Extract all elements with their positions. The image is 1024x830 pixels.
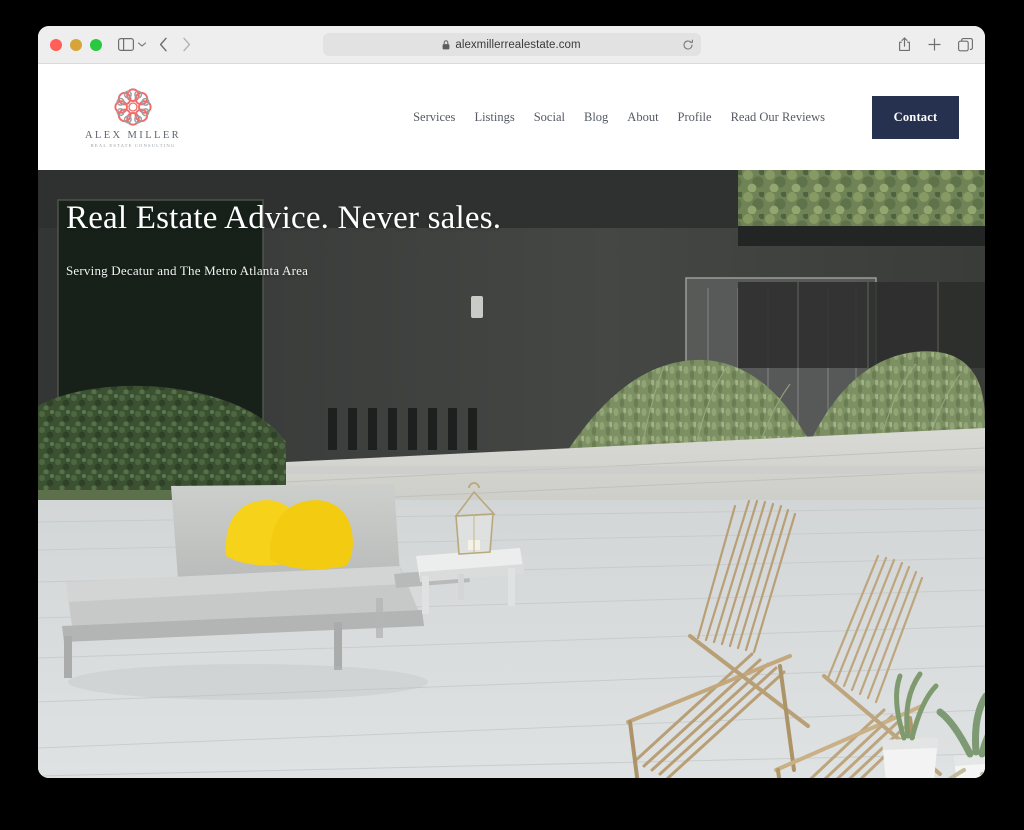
browser-toolbar: alexmillerrealestate.com <box>38 26 985 64</box>
lock-icon <box>442 39 450 50</box>
nav-item-services[interactable]: Services <box>413 110 455 125</box>
brand-logo[interactable]: ALEX MILLER REAL ESTATE CONSULTING <box>68 87 198 148</box>
brand-name: ALEX MILLER <box>84 129 182 141</box>
sidebar-controls <box>118 33 147 57</box>
zoom-window-button[interactable] <box>90 38 102 51</box>
nav-item-listings[interactable]: Listings <box>474 110 514 125</box>
hero-title: Real Estate Advice. Never sales. <box>66 200 502 236</box>
address-bar[interactable]: alexmillerrealestate.com <box>322 33 701 56</box>
nav-item-social[interactable]: Social <box>534 110 565 125</box>
page-viewport: ALEX MILLER REAL ESTATE CONSULTING Servi… <box>38 64 985 778</box>
hero-copy: Real Estate Advice. Never sales. Serving… <box>66 200 501 279</box>
tab-overview-icon[interactable] <box>958 33 973 57</box>
brand-tagline: REAL ESTATE CONSULTING <box>90 142 176 148</box>
hero-subtitle: Serving Decatur and The Metro Atlanta Ar… <box>66 263 309 278</box>
toolbar-right-actions <box>898 33 973 57</box>
navigation-arrows <box>159 33 191 57</box>
share-icon[interactable] <box>898 33 911 57</box>
nav-item-read-our-reviews[interactable]: Read Our Reviews <box>731 110 825 125</box>
window-controls <box>50 38 102 51</box>
close-window-button[interactable] <box>50 38 62 51</box>
forward-arrow-icon[interactable] <box>182 33 191 57</box>
plus-icon[interactable] <box>928 33 941 57</box>
hero-section: Real Estate Advice. Never sales. Serving… <box>38 170 985 778</box>
nav-item-about[interactable]: About <box>627 110 658 125</box>
main-navigation: Services Listings Social Blog About Prof… <box>413 95 959 139</box>
nav-item-blog[interactable]: Blog <box>584 110 608 125</box>
contact-button[interactable]: Contact <box>872 95 959 139</box>
browser-window: alexmillerrealestate.com ALEX MILLER REA… <box>38 26 985 778</box>
chevron-down-icon[interactable] <box>137 33 147 57</box>
site-header: ALEX MILLER REAL ESTATE CONSULTING Servi… <box>38 64 985 170</box>
nav-item-profile[interactable]: Profile <box>678 110 712 125</box>
url-text: alexmillerrealestate.com <box>455 38 581 51</box>
floral-mandala-logo-icon <box>111 87 155 127</box>
minimize-window-button[interactable] <box>70 38 82 51</box>
back-arrow-icon[interactable] <box>159 33 168 57</box>
sidebar-icon[interactable] <box>118 33 134 57</box>
reload-icon[interactable] <box>682 39 694 51</box>
